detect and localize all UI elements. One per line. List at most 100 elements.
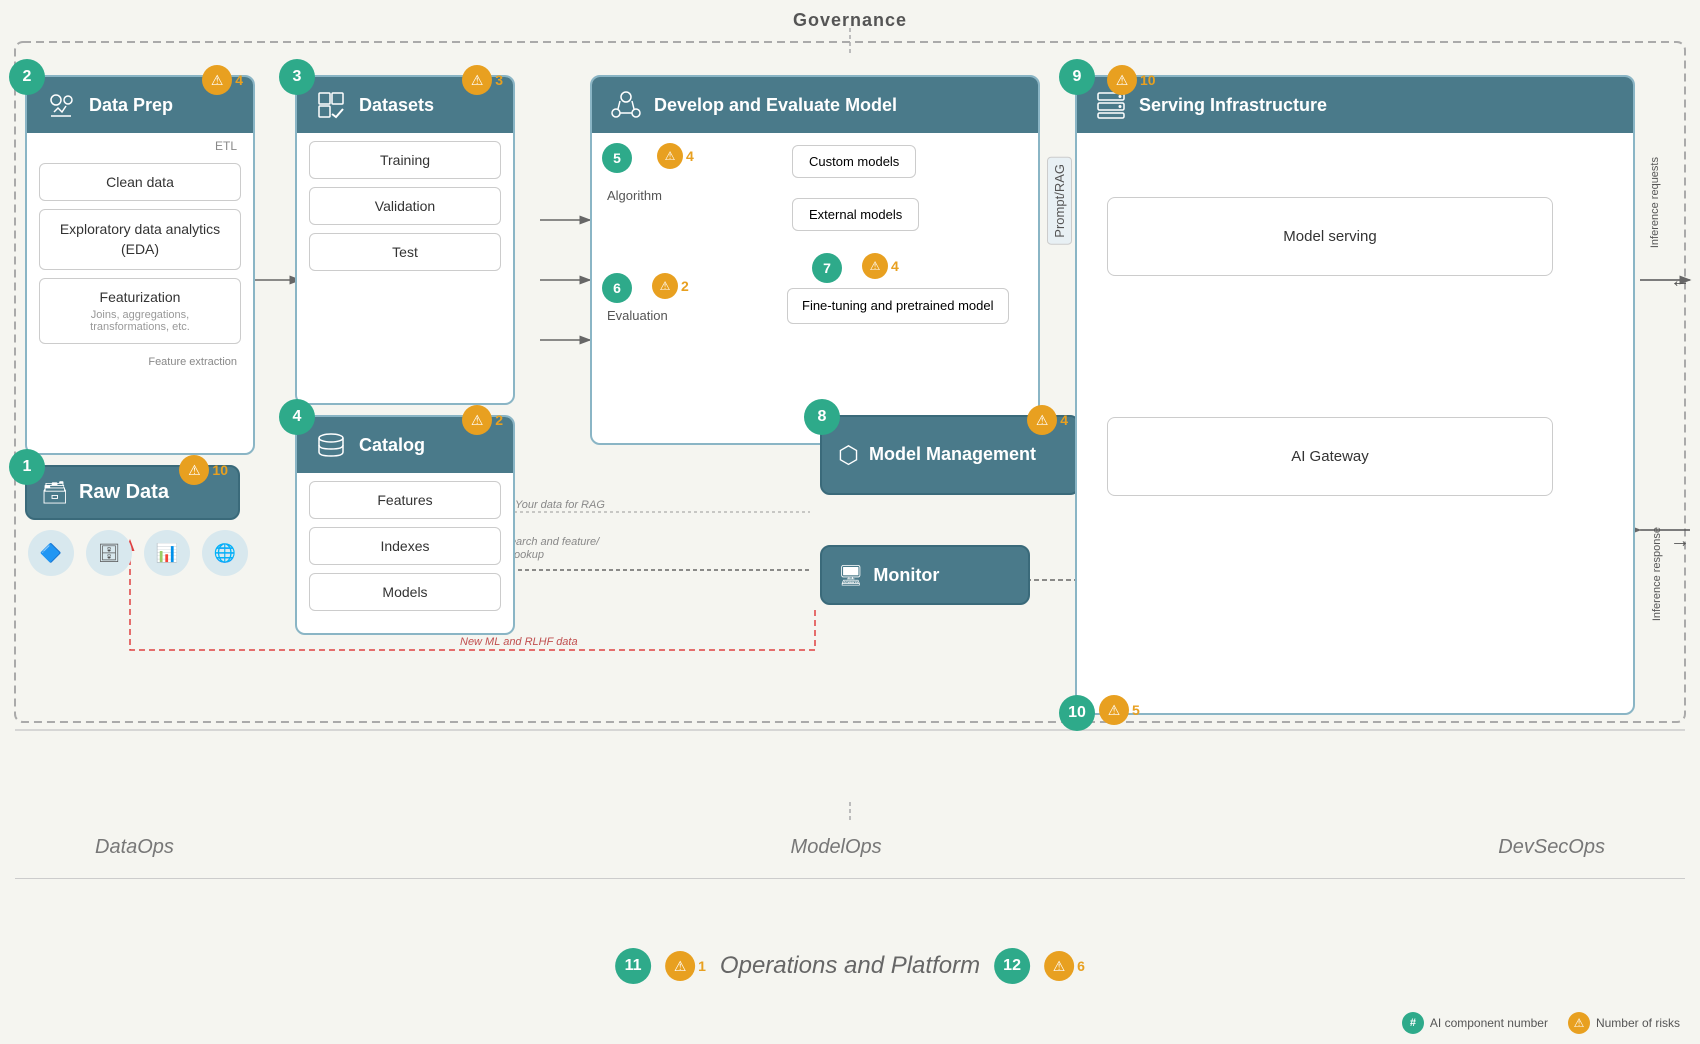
svg-text:Your data for RAG: Your data for RAG: [515, 499, 605, 511]
external-models-item: External models: [792, 198, 919, 231]
serving-infra-header: Serving Infrastructure: [1077, 77, 1633, 133]
datasets-box: 3 ⚠ 3 Datasets Training Validation Test: [295, 75, 515, 405]
data-prep-title: Data Prep: [89, 95, 173, 116]
datasets-warning-icon: ⚠: [462, 65, 492, 95]
num11-badge: 11: [615, 948, 651, 984]
legend-component: # AI component number: [1402, 1012, 1548, 1034]
serving-infra-risk-num: 10: [1140, 72, 1156, 88]
develop-model-box: Develop and Evaluate Model 5 Algorithm ⚠…: [590, 75, 1040, 445]
custom-models-item: Custom models: [792, 145, 916, 178]
data-icon-2: 🗄: [86, 530, 132, 576]
prompt-rag-label: Prompt/RAG: [1047, 157, 1072, 245]
model-mgmt-risk-badge: ⚠ 4: [1027, 405, 1068, 435]
model-mgmt-warning-icon: ⚠: [1027, 405, 1057, 435]
governance-label: Governance: [793, 10, 907, 31]
inference-resp-arrow: →: [1670, 530, 1690, 553]
featurization-sub: Joins, aggregations, transformations, et…: [56, 309, 224, 333]
data-prep-risk-num: 4: [235, 72, 243, 88]
finetune-risk-num: 4: [891, 258, 899, 274]
serving-infra-title: Serving Infrastructure: [1139, 95, 1327, 116]
datasets-icon: [313, 87, 349, 123]
data-icon-1: 🔷: [28, 530, 74, 576]
monitor-title: Monitor: [873, 565, 939, 586]
serving-infra-warning-icon: ⚠: [1107, 65, 1137, 95]
data-prep-warning-icon: ⚠: [202, 65, 232, 95]
inference-req-arrow: ←: [1670, 270, 1690, 293]
legend-risks: ⚠ Number of risks: [1568, 1012, 1680, 1034]
raw-data-label: Raw Data: [79, 481, 169, 504]
datasets-risk-badge: ⚠ 3: [462, 65, 503, 95]
test-item: Test: [309, 233, 501, 271]
finetune-warning-icon: ⚠: [862, 253, 888, 279]
indexes-item: Indexes: [309, 527, 501, 565]
datasets-risk-num: 3: [495, 72, 503, 88]
num12-badge: 12: [994, 948, 1030, 984]
feature-extraction-label: Feature extraction: [27, 352, 253, 372]
catalog-risk-num: 2: [495, 412, 503, 428]
ops-platform-risk1-badge: ⚠ 1: [665, 951, 706, 981]
catalog-number: 4: [279, 399, 315, 435]
develop-model-title: Develop and Evaluate Model: [654, 95, 897, 116]
eval-warning-icon: ⚠: [652, 273, 678, 299]
models-catalog-item: Models: [309, 573, 501, 611]
num6-badge: 6: [602, 273, 632, 303]
develop-model-icon: [608, 87, 644, 123]
diagram-container: Model assets Logs Your data fo: [0, 0, 1700, 1044]
num10-risk-num: 5: [1132, 702, 1140, 718]
serving-infra-number: 9: [1059, 59, 1095, 95]
ops-platform-row: 11 ⚠ 1 Operations and Platform 12 ⚠ 6: [615, 948, 1085, 984]
validation-item: Validation: [309, 187, 501, 225]
data-source-icons: 🔷 🗄 📊 🌐: [28, 530, 248, 576]
datasets-number: 3: [279, 59, 315, 95]
eval-risk-num: 2: [681, 278, 689, 294]
catalog-warning-icon: ⚠: [462, 405, 492, 435]
legend: # AI component number ⚠ Number of risks: [1402, 1012, 1680, 1034]
ai-gateway-item: AI Gateway: [1107, 417, 1553, 496]
eda-item: Exploratory data analytics (EDA): [39, 209, 241, 270]
raw-data-icon: 🗃: [41, 480, 69, 506]
ops-platform-warning2-icon: ⚠: [1044, 951, 1074, 981]
raw-data-risk-badge: ⚠ 10: [179, 455, 228, 485]
algo-risk-num: 4: [686, 148, 694, 164]
clean-data-item: Clean data: [39, 163, 241, 201]
serving-infra-risk-badge: ⚠ 10: [1107, 65, 1156, 95]
legend-component-label: AI component number: [1430, 1016, 1548, 1030]
inference-response-label: Inference response: [1651, 527, 1663, 621]
monitor-box: 🖥 Monitor: [820, 545, 1030, 605]
num10-badge: 10: [1059, 695, 1095, 731]
catalog-risk-badge: ⚠ 2: [462, 405, 503, 435]
catalog-icon: [313, 427, 349, 463]
data-prep-box: 2 ⚠ 4 Data Prep ETL Clean data Explorato…: [25, 75, 255, 455]
ops-divider: [15, 878, 1685, 879]
algo-warning-icon: ⚠: [657, 143, 683, 169]
featurization-item: Featurization Joins, aggregations, trans…: [39, 278, 241, 344]
develop-model-header: Develop and Evaluate Model: [592, 77, 1038, 133]
num10-warning-icon: ⚠: [1099, 695, 1129, 725]
raw-data-number: 1: [9, 449, 45, 485]
model-mgmt-title: Model Management: [869, 443, 1036, 466]
finetune-risk-badge: ⚠ 4: [862, 253, 899, 279]
dataops-label: DataOps: [95, 836, 174, 859]
legend-component-icon: #: [1402, 1012, 1424, 1034]
ops-platform-risk2-num: 6: [1077, 958, 1085, 974]
etl-label: ETL: [27, 133, 253, 155]
ops-platform-warning1-icon: ⚠: [665, 951, 695, 981]
num7-badge: 7: [812, 253, 842, 283]
legend-risks-label: Number of risks: [1596, 1016, 1680, 1030]
data-icon-3: 📊: [144, 530, 190, 576]
ops-platform-risk2-badge: ⚠ 6: [1044, 951, 1085, 981]
model-mgmt-risk-num: 4: [1060, 412, 1068, 428]
num5-badge: 5: [602, 143, 632, 173]
datasets-title: Datasets: [359, 95, 434, 116]
model-management-box: 8 ⚠ 4 ⬡ Model Management: [820, 415, 1080, 495]
training-item: Training: [309, 141, 501, 179]
catalog-title: Catalog: [359, 435, 425, 456]
fine-tuning-item: Fine-tuning and pretrained model: [787, 288, 1009, 324]
data-icon-4: 🌐: [202, 530, 248, 576]
ops-row: DataOps ModelOps DevSecOps: [15, 836, 1685, 859]
features-item: Features: [309, 481, 501, 519]
svg-text:New ML and RLHF data: New ML and RLHF data: [460, 636, 578, 648]
data-prep-number: 2: [9, 59, 45, 95]
legend-risks-icon: ⚠: [1568, 1012, 1590, 1034]
devsecops-label: DevSecOps: [1498, 836, 1605, 859]
